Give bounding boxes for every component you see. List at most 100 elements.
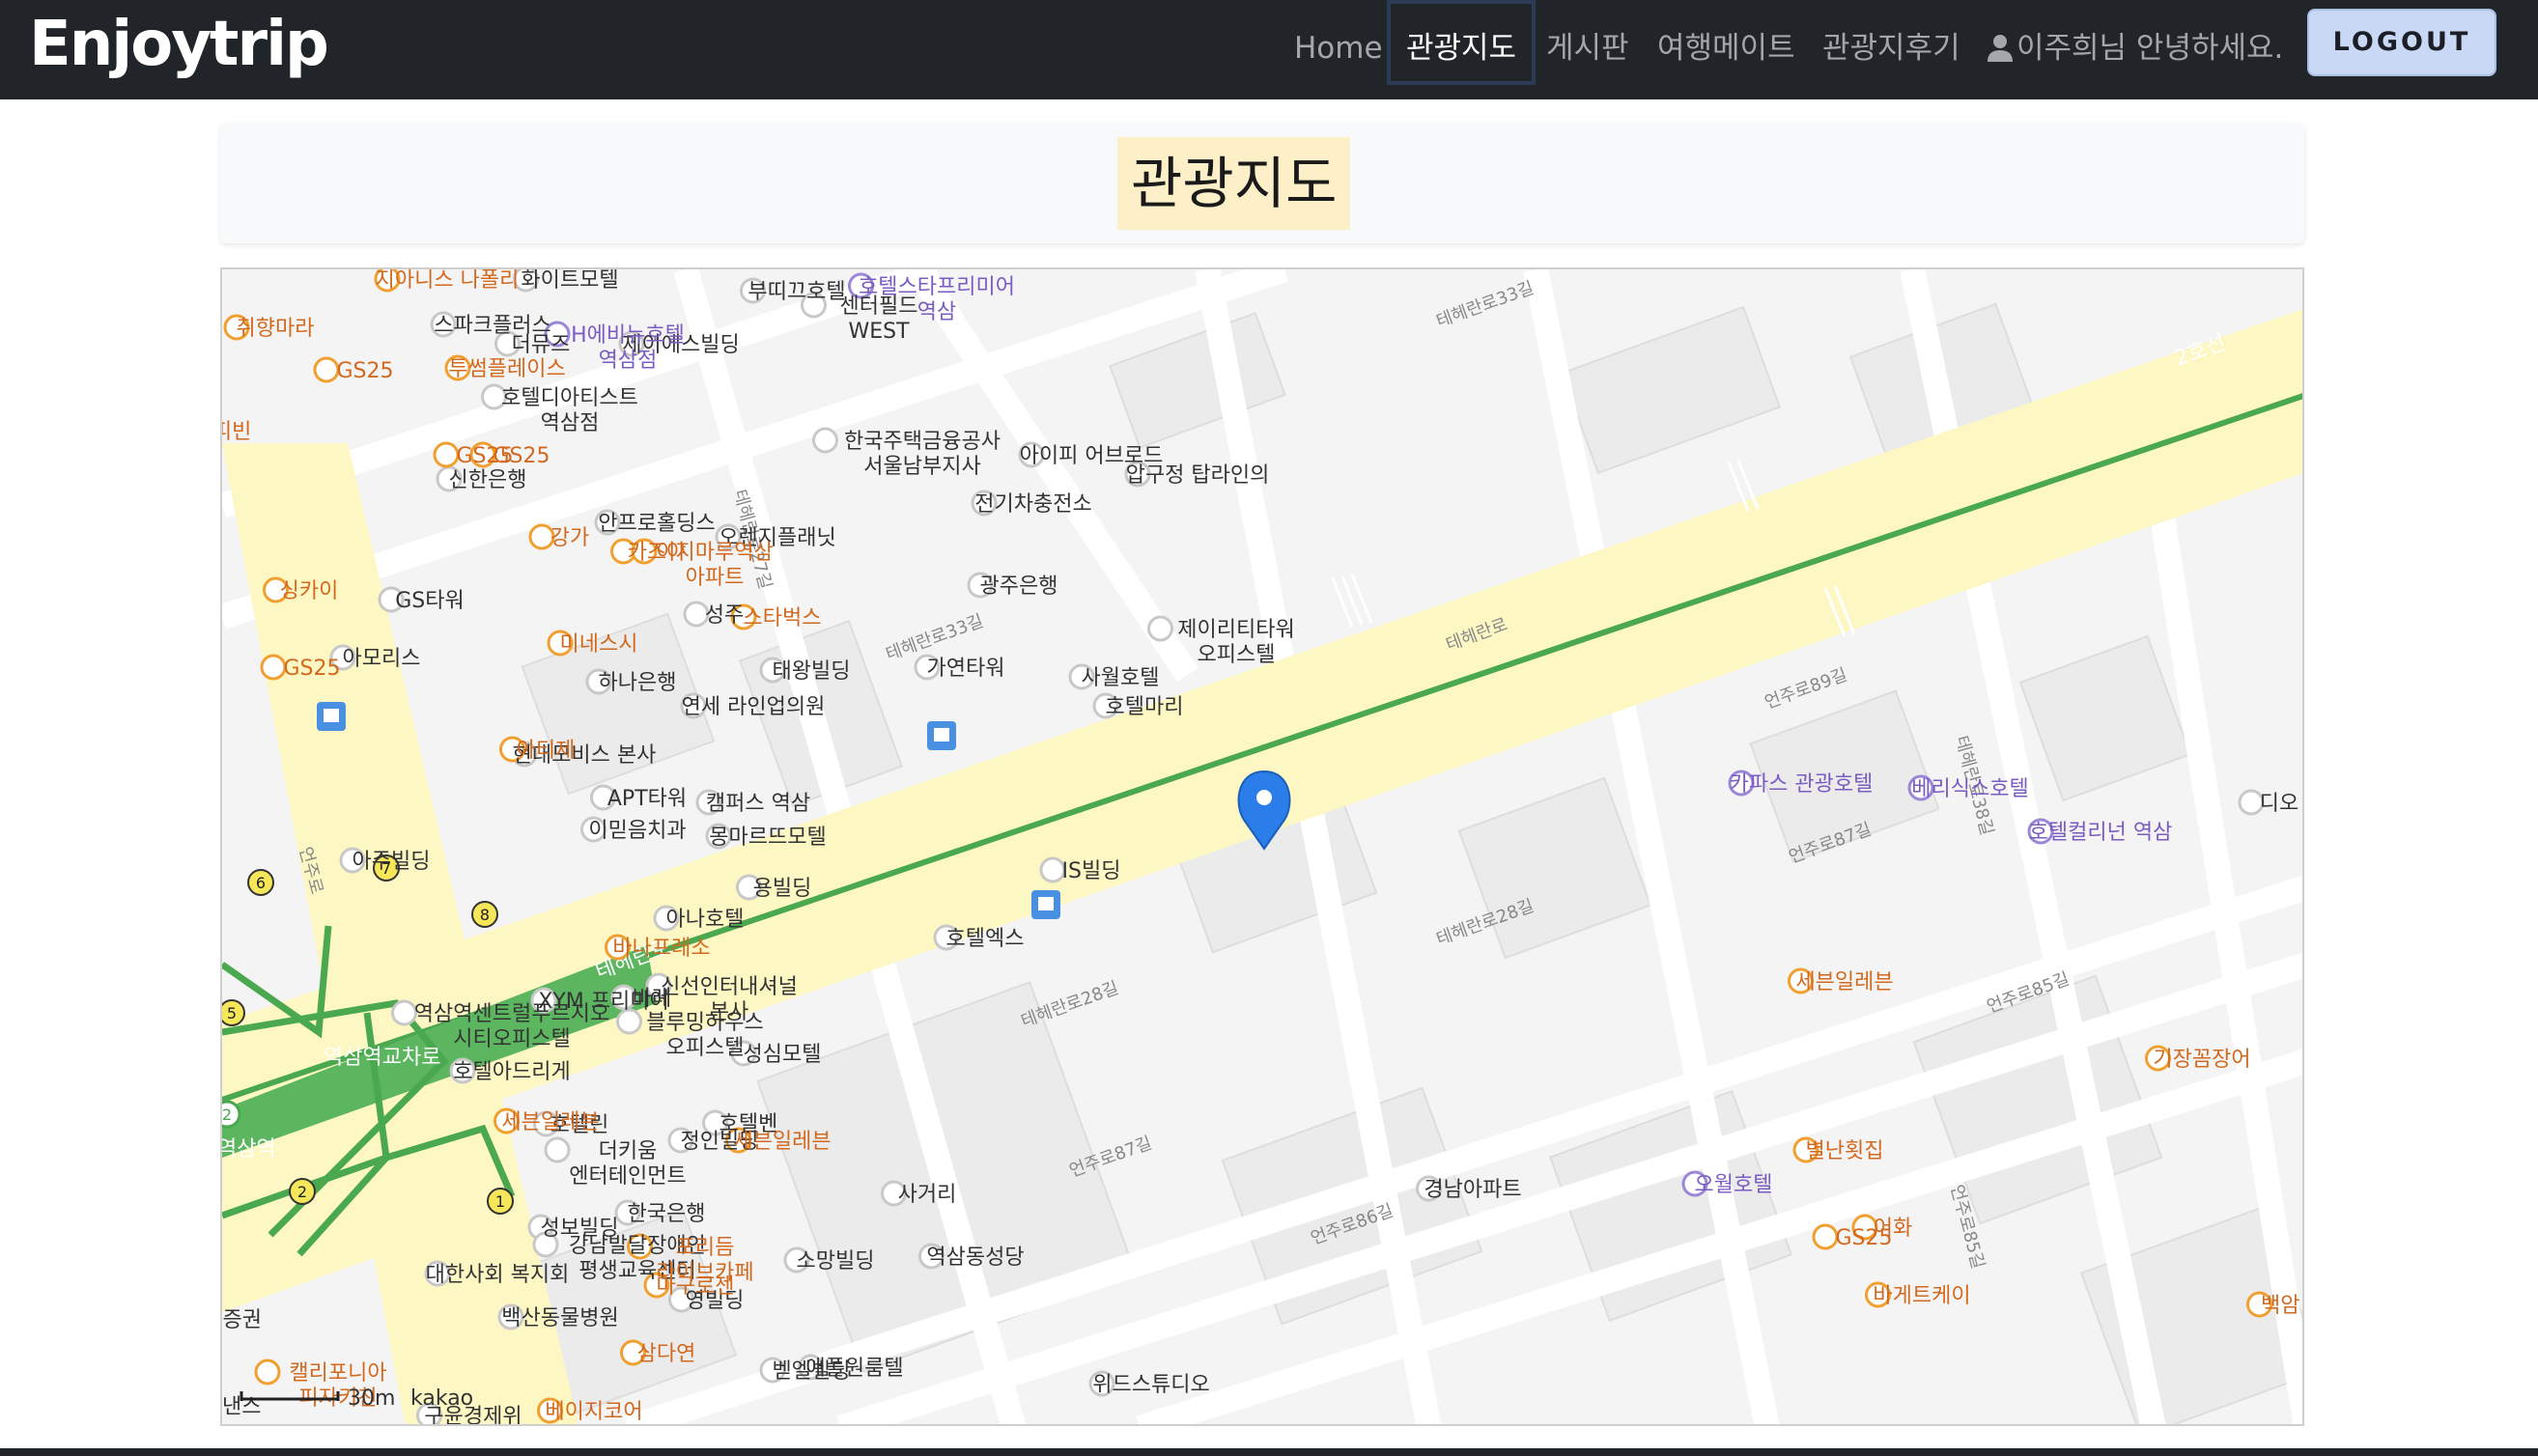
poi-label[interactable]: 백암 감자 bbox=[2261, 1294, 2304, 1318]
poi-label[interactable]: 이믿음치과 bbox=[588, 819, 686, 843]
svg-text:5: 5 bbox=[227, 1004, 237, 1022]
poi-label[interactable]: 스타벅스 bbox=[744, 606, 822, 630]
poi-label[interactable]: 대한사회 복지회 bbox=[426, 1263, 570, 1287]
poi-label[interactable]: 바게트케이 bbox=[1873, 1284, 1970, 1308]
poi-label[interactable]: 마구로젠 bbox=[657, 1274, 735, 1299]
poi-icon[interactable] bbox=[254, 1358, 281, 1386]
poi-icon[interactable] bbox=[1147, 615, 1173, 642]
poi-label[interactable]: 호텔컬리넌 역삼 bbox=[2029, 821, 2173, 845]
poi-label[interactable]: 압구정 탑라인의 bbox=[1126, 463, 1270, 488]
nav-tour-map[interactable]: 관광지도 bbox=[1387, 0, 1537, 85]
poi-label[interactable]: 용빌딩 bbox=[753, 877, 812, 901]
poi-label[interactable]: 투썸플레이스 bbox=[448, 357, 565, 381]
poi-label[interactable]: 사거리 bbox=[898, 1183, 957, 1207]
poi-label[interactable]: 미네스시 bbox=[560, 632, 638, 657]
poi-label[interactable]: 광주은행 bbox=[980, 574, 1058, 599]
brand-logo[interactable]: Enjoytrip bbox=[29, 6, 329, 83]
poi-label[interactable]: 태왕빌딩 bbox=[773, 659, 851, 684]
poi-icon[interactable] bbox=[1812, 1223, 1839, 1250]
poi-label[interactable]: 사월호텔 bbox=[1082, 666, 1160, 690]
poi-label[interactable]: 한국주택금융공사 서울남부지사 bbox=[844, 430, 1001, 479]
logout-button[interactable]: LOGOUT bbox=[2307, 9, 2496, 76]
page-title: 관광지도 bbox=[1117, 137, 1351, 230]
poi-label[interactable]: 강가 bbox=[550, 526, 589, 550]
poi-label[interactable]: 바나프레소 bbox=[612, 937, 710, 961]
poi-label[interactable]: 캠퍼스 역삼 bbox=[706, 792, 810, 816]
poi-label[interactable]: 세븐일레븐 bbox=[733, 1130, 831, 1154]
poi-label[interactable]: 센터필드 WEST bbox=[840, 294, 918, 344]
poi-label[interactable]: GS25 bbox=[283, 657, 340, 681]
poi-label[interactable]: 경남아파트 bbox=[1424, 1178, 1521, 1202]
poi-label[interactable]: 성심모텔 bbox=[744, 1043, 822, 1067]
poi-label[interactable]: 베이지코어 bbox=[545, 1400, 642, 1424]
poi-icon[interactable] bbox=[544, 1136, 571, 1163]
poi-label[interactable]: 취향마라 bbox=[237, 317, 315, 341]
poi-label[interactable]: 아티제 bbox=[517, 739, 576, 763]
poi-label[interactable]: 신한은행 bbox=[449, 468, 527, 492]
user-greeting[interactable]: 이주희님 안녕하세요. bbox=[1986, 19, 2283, 77]
svg-text:kakao: kakao bbox=[410, 1386, 473, 1411]
poi-label[interactable]: 지아니스 나폴리 bbox=[376, 269, 520, 293]
poi-label[interactable]: 부띠끄호텔 bbox=[747, 280, 845, 304]
poi-label[interactable]: 하나은행 bbox=[599, 671, 677, 695]
poi-icon[interactable] bbox=[812, 427, 838, 454]
poi-label[interactable]: 위드스튜디오 bbox=[1092, 1373, 1209, 1397]
poi-label[interactable]: 베리식스호텔 bbox=[1911, 777, 2028, 801]
poi-label[interactable]: 바레 bbox=[633, 987, 671, 1011]
map-container[interactable]: 5 6 7 8 2 1 2 테헤란로 테헤란로 테헤란로28길 테헤란로33길 … bbox=[220, 267, 2304, 1426]
poi-label[interactable]: 어화 bbox=[1874, 1217, 1912, 1241]
poi-label[interactable]: GS타워 bbox=[395, 589, 465, 613]
poi-label[interactable]: IS빌딩 bbox=[1062, 859, 1121, 883]
poi-icon[interactable] bbox=[391, 999, 417, 1026]
poi-label[interactable]: 한국은행 bbox=[628, 1202, 706, 1226]
poi-label[interactable]: 역삼동성당 bbox=[926, 1246, 1024, 1270]
title-card: 관광지도 bbox=[220, 124, 2304, 243]
poi-label[interactable]: 기장꼼장어 bbox=[2153, 1048, 2250, 1072]
poi-label[interactable]: 카파스 관광호텔 bbox=[1730, 772, 1874, 797]
nav-tour-review[interactable]: 관광지후기 bbox=[1822, 19, 1960, 77]
poi-label[interactable]: 세븐일레븐 bbox=[501, 1110, 599, 1134]
poi-label[interactable]: KB증권 bbox=[222, 1308, 262, 1332]
poi-label[interactable]: 전기차충전소 bbox=[974, 492, 1091, 517]
poi-icon[interactable] bbox=[433, 441, 460, 468]
poi-label[interactable]: 몽마르뜨모텔 bbox=[709, 826, 826, 850]
poi-icon[interactable] bbox=[313, 356, 340, 383]
poi-label[interactable]: 세븐일레븐 bbox=[1795, 970, 1893, 994]
poi-label[interactable]: 안프로홀딩스 bbox=[598, 512, 715, 536]
poi-label[interactable]: 화이트모텔 bbox=[521, 269, 618, 293]
poi-label[interactable]: 호텔아드리게 bbox=[453, 1060, 570, 1084]
poi-label[interactable]: 성주 bbox=[705, 603, 744, 628]
svg-text:역삼역: 역삼역 bbox=[222, 1137, 276, 1162]
poi-label[interactable]: 아나호텔 bbox=[666, 908, 745, 932]
svg-text:6: 6 bbox=[256, 874, 266, 892]
poi-label[interactable]: 소망빌딩 bbox=[797, 1249, 875, 1274]
poi-label[interactable]: 더뮤즈 bbox=[512, 333, 571, 357]
poi-label[interactable]: GS25 bbox=[493, 444, 550, 468]
poi-label[interactable]: 호텔엑스 bbox=[946, 927, 1025, 951]
poi-label[interactable]: 아주빌딩 bbox=[352, 850, 431, 874]
svg-text:30m: 30m bbox=[348, 1386, 395, 1411]
poi-label[interactable]: 별난횟집 bbox=[1806, 1139, 1884, 1163]
nav-home[interactable]: Home bbox=[1294, 19, 1383, 77]
poi-label[interactable]: 오월호텔 bbox=[1695, 1173, 1773, 1197]
poi-label[interactable]: 애플원룸텔 bbox=[805, 1357, 903, 1381]
footer-bar bbox=[0, 1448, 2538, 1456]
poi-label[interactable]: 아모리스 bbox=[343, 647, 421, 671]
poi-label[interactable]: 가연타워 bbox=[927, 657, 1005, 681]
poi-label[interactable]: 싱카이 bbox=[280, 579, 339, 603]
svg-text:2: 2 bbox=[222, 1106, 232, 1124]
map-canvas[interactable]: 5 6 7 8 2 1 2 테헤란로 테헤란로 테헤란로28길 테헤란로33길 … bbox=[222, 269, 2304, 1426]
poi-label[interactable]: 커피빈 bbox=[222, 420, 251, 444]
nav-board[interactable]: 게시판 bbox=[1546, 19, 1629, 77]
poi-label[interactable]: 디오 bbox=[2260, 792, 2298, 816]
poi-label[interactable]: 연세 라인업의원 bbox=[682, 695, 826, 719]
poi-label[interactable]: GS25 bbox=[336, 359, 393, 383]
poi-label[interactable]: 호텔마리 bbox=[1106, 695, 1184, 719]
poi-label[interactable]: APT타워 bbox=[607, 787, 687, 811]
svg-text:8: 8 bbox=[480, 906, 490, 924]
poi-icon[interactable] bbox=[260, 654, 287, 681]
poi-label[interactable]: 삼다연 bbox=[637, 1342, 696, 1366]
poi-label[interactable]: 백산동물병원 bbox=[501, 1306, 618, 1330]
poi-icon[interactable] bbox=[1039, 856, 1066, 883]
nav-travel-mate[interactable]: 여행메이트 bbox=[1657, 19, 1795, 77]
